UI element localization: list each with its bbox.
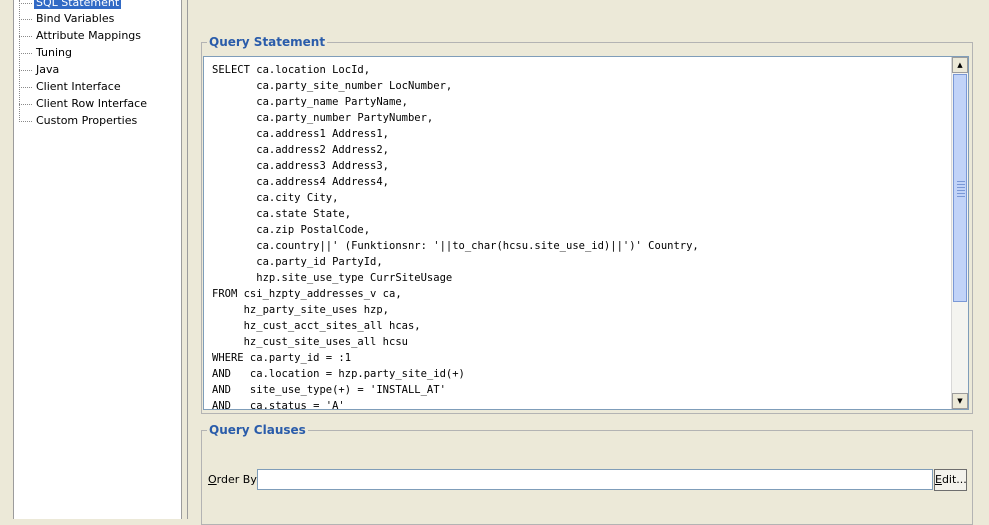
edit-order-by-button[interactable]: Edit... [934,469,967,491]
tree-branch-line [19,0,32,4]
scroll-thumb[interactable] [953,74,967,302]
tree-item-custom-properties[interactable]: Custom Properties [19,113,139,129]
sql-text[interactable]: SELECT ca.location LocId, ca.party_site_… [212,62,699,409]
order-by-label: Order By: [208,472,260,488]
query-statement-title: Query Statement [207,35,328,49]
navigation-tree[interactable]: SQL Statement Bind Variables Attribute M… [13,0,182,519]
tree-item-label: SQL Statement [34,0,122,9]
tree-item-label: Tuning [36,46,73,59]
tree-branch-line [19,11,32,20]
tree-branch-line [19,45,32,54]
edit-button-mnemonic: E [935,473,942,486]
tree-item-label: Attribute Mappings [36,29,142,42]
order-by-input[interactable] [257,469,933,490]
tree-item-attribute-mappings[interactable]: Attribute Mappings [19,28,143,44]
vertical-scrollbar[interactable]: ▲ ▼ [951,57,968,409]
tree-item-sql-statement[interactable]: SQL Statement [19,0,122,11]
tree-item-label: Client Interface [36,80,121,93]
sql-editor[interactable]: SELECT ca.location LocId, ca.party_site_… [203,56,969,410]
tree-item-bind-variables[interactable]: Bind Variables [19,11,116,27]
order-by-label-text: rder By: [216,473,260,486]
edit-button-text: dit... [941,473,967,486]
tree-item-tuning[interactable]: Tuning [19,45,74,61]
tree-item-label: Custom Properties [36,114,138,127]
tree-branch-line [19,113,32,122]
tree-branch-line [19,79,32,88]
panel-splitter[interactable] [182,0,188,519]
tree-item-label: Bind Variables [36,12,115,25]
tree-branch-line [19,28,32,37]
tree-branch-line [19,62,32,71]
order-by-label-mnemonic: O [208,473,217,486]
tree-item-client-interface[interactable]: Client Interface [19,79,123,95]
scroll-down-arrow-icon[interactable]: ▼ [952,393,968,409]
tree-item-java[interactable]: Java [19,62,61,78]
tree-item-client-row-interface[interactable]: Client Row Interface [19,96,149,112]
query-clauses-title: Query Clauses [207,423,308,437]
tree-branch-line [19,96,32,105]
scroll-up-arrow-icon[interactable]: ▲ [952,57,968,73]
scroll-grip-icon [957,181,965,197]
tree-item-label: Client Row Interface [36,97,147,110]
tree-item-label: Java [36,63,60,76]
